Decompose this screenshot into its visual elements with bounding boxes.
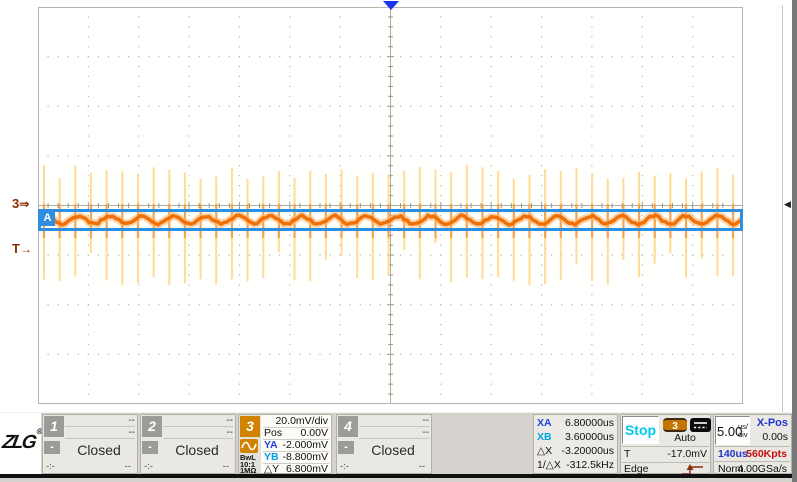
channel4-number-badge: 4	[338, 416, 358, 437]
channel4-value-row2: --	[359, 427, 429, 439]
channel4-minus-badge: -	[338, 441, 354, 454]
channel2-value-row2: --	[163, 427, 233, 439]
trigger-level-value: -17.0mV	[667, 448, 707, 461]
channel2-status: Closed	[159, 442, 235, 458]
cursor-a-handle[interactable]: A	[40, 210, 55, 226]
timebase-unit: us/ div	[738, 423, 748, 438]
channel4-panel[interactable]: 4 -- -- - Closed -:- --	[336, 414, 432, 474]
trigger-marker-label: T	[12, 241, 20, 256]
inverse-delta-x-value: -312.5kHz	[566, 458, 614, 473]
channel1-coupling: -:-	[46, 461, 55, 472]
sine-wave-icon	[240, 439, 258, 453]
channel2-panel[interactable]: 2 -- -- - Closed -:- --	[140, 414, 236, 474]
channel1-value-row1: --	[65, 415, 135, 427]
channel1-extra: --	[125, 461, 131, 472]
x-position-label: X-Pos	[757, 417, 788, 429]
record-length-time: 140us	[718, 448, 748, 461]
logo-text: ZLG	[1, 432, 37, 453]
trigger-level-marker[interactable]: T→	[12, 242, 38, 257]
position-value: 0.00V	[301, 427, 328, 439]
channel1-minus-badge: -	[44, 441, 60, 454]
channel2-extra: --	[223, 461, 229, 472]
status-bar: ZLG® 1 -- -- - Closed -:- -- 2 -- -- - C…	[0, 412, 792, 475]
trigger-source-badge[interactable]: 3	[663, 418, 687, 432]
cursor-xa-label: XA	[537, 416, 552, 431]
channel3-zero-level-marker[interactable]: 3⇒	[12, 197, 38, 212]
channel1-status: Closed	[61, 442, 137, 458]
record-length-points: 560Kpts	[746, 448, 787, 461]
trigger-position-marker[interactable]	[383, 1, 399, 10]
cursor-yb-label: YB	[264, 451, 279, 463]
channel3-icon-column: 3 BwL 10:1 1MΩ	[239, 415, 261, 473]
channel3-probe-specs: BwL 10:1 1MΩ	[240, 455, 256, 475]
channel2-minus-badge: -	[142, 441, 158, 454]
channel3-scale: 20.0mV/div	[275, 415, 328, 427]
trigger-panel[interactable]: Stop 3 Auto T -17.0mV Edge	[620, 414, 711, 474]
timebase-unit-bottom: div	[738, 430, 748, 439]
waveform-canvas	[38, 7, 743, 404]
channel2-number-badge: 2	[142, 416, 162, 437]
logo-area: ZLG®	[0, 413, 41, 475]
inverse-delta-x-label: 1/△X	[537, 458, 561, 473]
channel4-status: Closed	[355, 442, 431, 458]
channel4-coupling: -:-	[340, 461, 349, 472]
zlg-logo: ZLG®	[1, 427, 44, 454]
cursor-xb-value: 3.60000us	[565, 430, 614, 445]
rail-position-arrow-icon[interactable]: ◀	[784, 199, 791, 209]
window-footer	[0, 478, 792, 482]
channel3-number-badge: 3	[240, 416, 260, 437]
x-position-value: 0.00s	[762, 431, 788, 443]
cursor-yb-value: -8.800mV	[282, 451, 328, 463]
timebase-panel[interactable]: 5.00 us/ div X-Pos 0.00s 140us 560Kpts N…	[713, 414, 792, 474]
channel3-marker-arrow-icon: ⇒	[19, 197, 29, 211]
oscilloscope-app-window: A 3⇒ T→ ◀ ZLG® 1 -- -- - Closed -:- -- 2	[0, 0, 797, 482]
cursor-ya-value: -2.000mV	[282, 439, 328, 451]
channel2-coupling: -:-	[144, 461, 153, 472]
delta-x-value: -3.20000us	[561, 444, 614, 459]
channel1-value-row2: --	[65, 427, 135, 439]
channel1-number-badge: 1	[44, 416, 64, 437]
channel3-panel[interactable]: 3 BwL 10:1 1MΩ 20.0mV/div Pos 0.00V YA	[238, 414, 332, 474]
channel4-extra: --	[419, 461, 425, 472]
acquisition-state-button[interactable]: Stop	[622, 416, 659, 444]
channel2-value-row1: --	[163, 415, 233, 427]
channel4-value-row1: --	[359, 415, 429, 427]
right-rail	[782, 5, 783, 473]
trigger-sweep-mode[interactable]: Auto	[660, 432, 710, 444]
cursor-measurement-panel[interactable]: XA 6.80000us XB 3.60000us △X -3.20000us …	[533, 414, 618, 474]
position-label: Pos	[264, 427, 282, 439]
channel1-panel[interactable]: 1 -- -- - Closed -:- --	[42, 414, 138, 474]
trigger-level-label: T	[624, 448, 630, 461]
channel3-readouts: 20.0mV/div Pos 0.00V YA -2.000mV YB -8.8…	[261, 415, 331, 473]
trigger-coupling-icon[interactable]	[690, 418, 711, 432]
trigger-marker-arrow-icon: →	[20, 242, 32, 256]
cursor-xb-label: XB	[537, 430, 552, 445]
timebase-scale-box[interactable]: 5.00 us/ div	[715, 416, 750, 445]
delta-x-label: △X	[537, 444, 552, 459]
window-edge	[792, 0, 797, 482]
cursor-xa-value: 6.80000us	[565, 416, 614, 431]
waveform-display: A	[38, 7, 743, 404]
cursor-ya-label: YA	[264, 439, 278, 451]
